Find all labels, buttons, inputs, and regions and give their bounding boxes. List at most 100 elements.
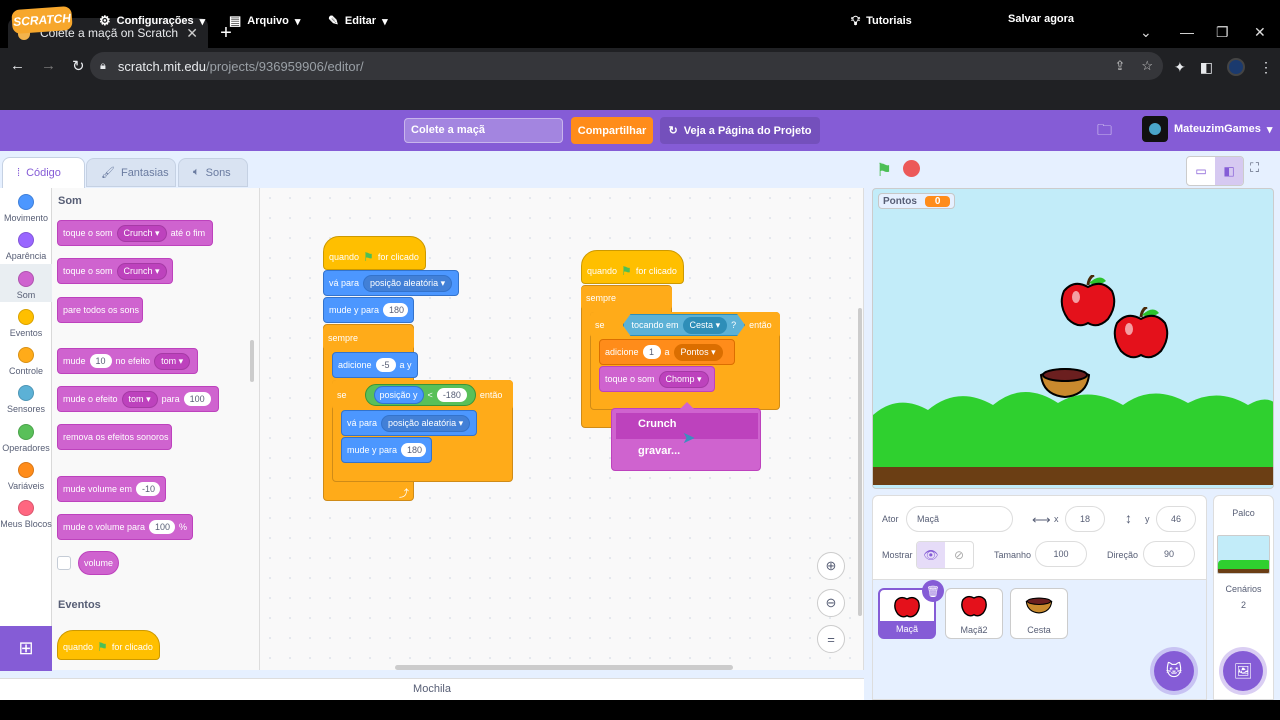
file-menu[interactable]: ▤ Arquivo ▾ — [229, 13, 300, 29]
settings-menu[interactable]: ⚙ Configurações ▾ — [99, 13, 205, 29]
s2-when-flag-clicked[interactable]: quando ⚑ for clicado — [581, 250, 684, 284]
y-position-reporter[interactable]: posição y — [373, 386, 424, 404]
block-clear-effects[interactable]: remova os efeitos sonoros — [57, 424, 172, 450]
sprite-thumb-cesta[interactable]: Cesta — [1010, 588, 1068, 639]
volume-change-input[interactable]: -10 — [136, 482, 160, 496]
sound-dropdown[interactable]: Crunch — [116, 262, 167, 280]
category-variáveis[interactable]: Variáveis — [0, 462, 52, 491]
scratch-logo[interactable]: SCRATCH — [11, 5, 73, 35]
back-icon[interactable]: ← — [10, 57, 25, 75]
project-title-input[interactable]: Colete a maçã — [404, 118, 563, 143]
effect-value-input[interactable]: 100 — [183, 392, 211, 406]
zoom-reset-button[interactable]: = — [817, 625, 845, 653]
tab-search-icon[interactable]: ⌄ — [1140, 24, 1152, 41]
sound-dropdown-open[interactable]: Chomp — [658, 370, 709, 388]
block-when-flag-clicked[interactable]: quando ⚑ for clicado — [57, 630, 160, 660]
hidden-eye-icon[interactable]: ⊘ — [945, 542, 973, 568]
tutorials-menu[interactable]: 💡︎ Tutoriais — [851, 13, 912, 29]
category-aparência[interactable]: Aparência — [0, 232, 52, 261]
zoom-out-button[interactable]: ⊖ — [817, 589, 845, 617]
side-panel-icon[interactable]: ◧ — [1200, 59, 1213, 76]
stage-canvas[interactable] — [872, 188, 1274, 489]
forward-icon[interactable]: → — [41, 57, 56, 75]
backpack-bar[interactable]: Mochila — [0, 678, 864, 700]
effect-dropdown[interactable]: tom — [154, 352, 191, 370]
category-operadores[interactable]: Operadores — [0, 424, 52, 453]
palette-scrollbar[interactable] — [250, 340, 254, 382]
add-backdrop-button[interactable]: 🖼︎ — [1223, 651, 1263, 691]
category-sensores[interactable]: Sensores — [0, 385, 52, 414]
fullscreen-icon[interactable]: ⛶ — [1250, 160, 1259, 176]
tab-code[interactable]: ⁞ Código — [2, 157, 85, 188]
small-stage-icon[interactable]: ▭ — [1187, 157, 1215, 185]
block-stop-all-sounds[interactable]: pare todos os sons — [57, 297, 143, 323]
save-now-button[interactable]: Salvar agora — [1008, 13, 1074, 25]
y-input[interactable]: 46 — [1156, 506, 1196, 532]
block-change-effect[interactable]: mude 10 no efeito tom — [57, 348, 198, 374]
category-movimento[interactable]: Movimento — [0, 194, 52, 223]
s2-if-header[interactable]: se tocando emCesta? então — [590, 312, 780, 338]
block-play-sound-until-done[interactable]: toque o somCrunchaté o fim — [57, 220, 213, 246]
go-to-target-dropdown[interactable]: posição aleatória — [381, 414, 471, 432]
s1-change-y[interactable]: adicione -5 a y — [332, 352, 418, 378]
variable-dropdown[interactable]: Pontos — [673, 343, 723, 361]
direction-input[interactable]: 90 — [1143, 541, 1195, 567]
s1-go-to-2[interactable]: vá para posição aleatória — [341, 410, 477, 436]
address-input[interactable]: 🔒︎ scratch.mit.edu/projects/936959906/ed… — [90, 52, 1163, 80]
s2-start-sound[interactable]: toque o som Chomp — [599, 366, 715, 392]
account-menu[interactable]: MateuzimGames ▾ — [1142, 116, 1272, 142]
browser-menu-icon[interactable]: ⋮ — [1259, 59, 1273, 76]
add-sprite-button[interactable]: 🐱︎ — [1154, 651, 1194, 691]
set-y-input[interactable]: 180 — [401, 443, 426, 457]
dropdown-item-record[interactable]: gravar... — [638, 445, 680, 457]
extensions-icon[interactable]: ✦ — [1174, 59, 1186, 76]
block-set-effect[interactable]: mude o efeitotompara100 — [57, 386, 219, 412]
x-input[interactable]: 18 — [1065, 506, 1105, 532]
script-vertical-scrollbar[interactable] — [858, 308, 862, 616]
reload-icon[interactable]: ↻ — [72, 57, 85, 75]
less-than-operator[interactable]: posição y < -180 — [364, 384, 476, 406]
share-button[interactable]: Compartilhar — [571, 117, 653, 144]
effect-value-input[interactable]: 10 — [89, 354, 112, 368]
change-by-input[interactable]: 1 — [642, 345, 661, 359]
variable-monitor[interactable]: Pontos 0 — [878, 193, 956, 209]
s1-set-y-2[interactable]: mude y para 180 — [341, 437, 432, 463]
script-horizontal-scrollbar[interactable] — [395, 665, 733, 670]
s1-set-y[interactable]: mude y para 180 — [323, 297, 414, 323]
block-change-volume[interactable]: mude volume em -10 — [57, 476, 166, 502]
block-set-volume[interactable]: mude o volume para 100% — [57, 514, 193, 540]
block-start-sound[interactable]: toque o som Crunch — [57, 258, 173, 284]
block-volume-reporter[interactable]: volume — [78, 551, 120, 575]
delete-sprite-button[interactable]: 🗑︎ — [922, 580, 944, 602]
sprite-name-input[interactable]: Maçã — [906, 506, 1013, 532]
go-to-target-dropdown[interactable]: posição aleatória — [363, 274, 453, 292]
window-close-icon[interactable]: ✕ — [1254, 24, 1266, 41]
visible-eye-icon[interactable]: 👁︎ — [917, 542, 945, 568]
volume-set-input[interactable]: 100 — [149, 520, 175, 534]
compare-value-input[interactable]: -180 — [436, 388, 467, 402]
restore-icon[interactable]: ❐ — [1216, 24, 1229, 41]
green-flag-icon[interactable]: ⚑ — [876, 160, 892, 181]
category-som[interactable]: Som — [0, 271, 52, 300]
share-page-icon[interactable]: ⇪ — [1114, 58, 1125, 74]
change-y-input[interactable]: -5 — [375, 358, 396, 372]
see-project-page-button[interactable]: ↻ Veja a Página do Projeto — [660, 117, 820, 144]
touching-target-dropdown[interactable]: Cesta — [683, 317, 728, 334]
my-stuff-folder-icon[interactable]: 🗀 — [1097, 120, 1112, 145]
stage-thumbnail[interactable] — [1217, 535, 1270, 574]
stop-icon[interactable] — [903, 160, 920, 177]
s2-change-variable[interactable]: adicione 1 a Pontos — [599, 339, 735, 365]
bookmark-star-icon[interactable]: ☆ — [1141, 58, 1153, 74]
category-meus-blocos[interactable]: Meus Blocos — [0, 500, 52, 529]
normal-stage-icon[interactable]: ◧ — [1215, 157, 1243, 185]
tab-costumes[interactable]: 🖌︎ Fantasias — [86, 158, 176, 187]
profile-avatar[interactable] — [1226, 58, 1245, 76]
effect-dropdown[interactable]: tom — [121, 390, 158, 408]
touching-sensor[interactable]: tocando emCesta? — [623, 314, 746, 336]
size-input[interactable]: 100 — [1035, 541, 1087, 567]
sound-dropdown[interactable]: Crunch — [116, 224, 167, 242]
sprite-thumb-maca2[interactable]: Maçã2 — [945, 588, 1003, 639]
set-y-input[interactable]: 180 — [383, 303, 408, 317]
tab-sounds[interactable]: 🔈︎ Sons — [178, 158, 248, 187]
category-eventos[interactable]: Eventos — [0, 309, 52, 338]
